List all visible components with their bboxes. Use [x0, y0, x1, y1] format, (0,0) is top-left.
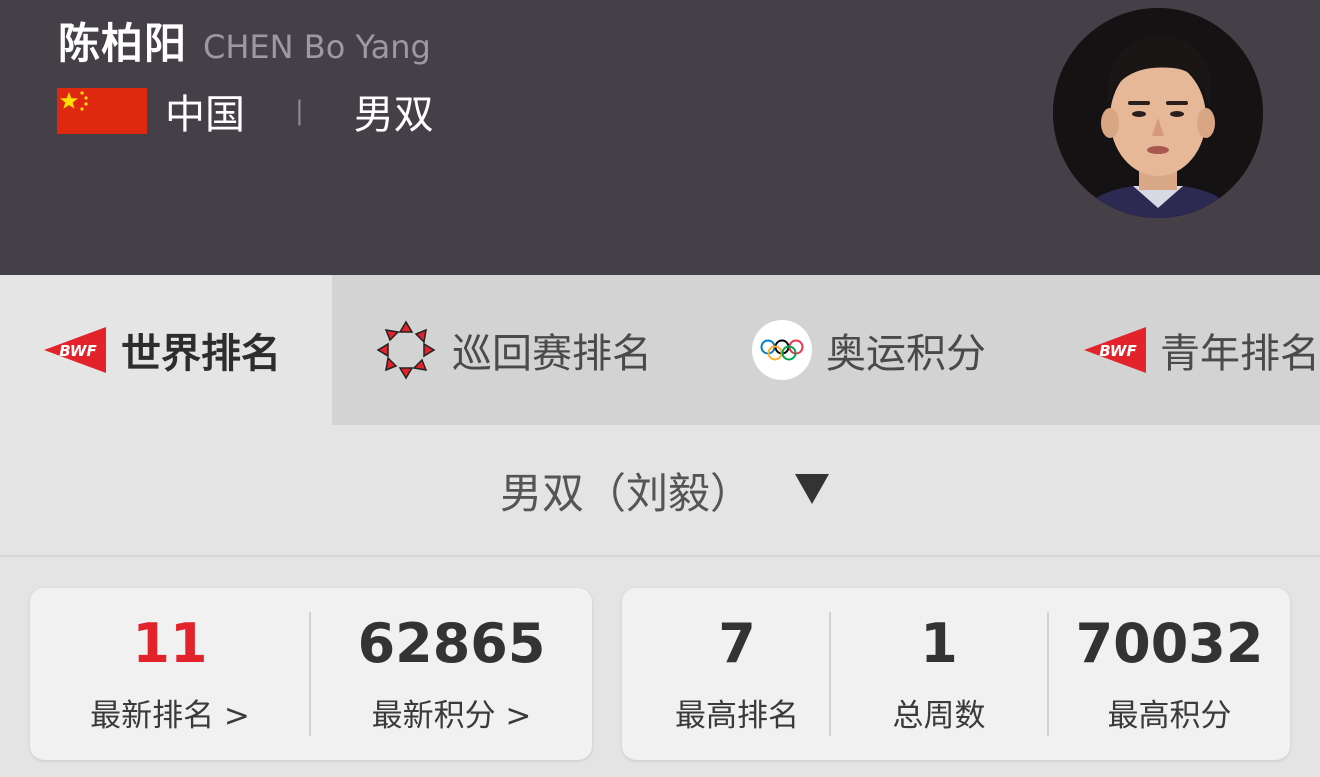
- tab-label: 青年排名: [1160, 331, 1320, 377]
- highest-ranking-stat: 7 最高排名: [622, 588, 852, 760]
- bwf-logo-icon: BWF: [44, 325, 106, 375]
- latest-points-value: 62865: [357, 612, 546, 675]
- player-name-chinese: 陈柏阳: [58, 19, 188, 68]
- highest-points-label: 最高积分: [1107, 698, 1232, 734]
- latest-points-label: 最新积分 >: [371, 698, 532, 734]
- category-selector-value[interactable]: 男双（刘毅）: [500, 460, 752, 521]
- tab-label: 巡回赛排名: [452, 331, 652, 377]
- ranking-tabs: BWF 世界排名 巡回赛排名 奥运积分 BWF 青年排名: [0, 275, 1320, 425]
- highest-points-value: 70032: [1075, 612, 1264, 675]
- highest-ranking-value: 7: [718, 612, 756, 675]
- total-weeks-value: 1: [920, 612, 958, 675]
- dropdown-arrow-icon[interactable]: [795, 474, 829, 504]
- player-country: 中国: [165, 92, 245, 138]
- tab-tour-ranking[interactable]: 巡回赛排名: [376, 275, 652, 425]
- total-weeks-label: 总周数: [892, 698, 986, 734]
- tab-label: 奥运积分: [826, 331, 986, 377]
- highest-ranking-label: 最高排名: [675, 698, 799, 734]
- tab-label: 世界排名: [121, 331, 281, 377]
- olympic-rings-icon: [752, 320, 812, 380]
- player-meta-row: 中国 | 男双: [57, 82, 434, 140]
- highest-points-stat: 70032 最高积分: [1049, 588, 1290, 760]
- best-stats-card: 7 最高排名 1 总周数 70032 最高积分: [622, 588, 1290, 760]
- latest-ranking-stat[interactable]: 11 最新排名 >: [30, 588, 310, 760]
- total-weeks-stat: 1 总周数: [831, 588, 1047, 760]
- player-name-row: 陈柏阳 CHEN Bo Yang: [58, 10, 431, 71]
- player-avatar: [1053, 8, 1263, 218]
- current-stats-card: 11 最新排名 > 62865 最新积分 >: [30, 588, 592, 760]
- tab-junior-ranking[interactable]: BWF 青年排名: [1084, 275, 1320, 425]
- tour-logo-icon: [376, 320, 436, 380]
- latest-ranking-value: 11: [132, 612, 208, 675]
- tab-world-ranking[interactable]: BWF 世界排名: [0, 275, 332, 425]
- bwf-logo-icon: BWF: [1084, 325, 1146, 375]
- latest-ranking-label: 最新排名 >: [90, 698, 250, 734]
- china-flag-icon: [57, 88, 147, 134]
- bwf-logo-text: BWF: [1099, 342, 1137, 360]
- latest-points-stat[interactable]: 62865 最新积分 >: [311, 588, 592, 760]
- player-event: 男双: [353, 92, 434, 138]
- player-name-english: CHEN Bo Yang: [203, 28, 431, 66]
- player-header: 陈柏阳 CHEN Bo Yang 中国 | 男双: [0, 0, 1320, 275]
- bwf-logo-text: BWF: [59, 342, 97, 360]
- meta-separator: |: [295, 96, 304, 126]
- tab-olympic-points[interactable]: 奥运积分: [752, 275, 986, 425]
